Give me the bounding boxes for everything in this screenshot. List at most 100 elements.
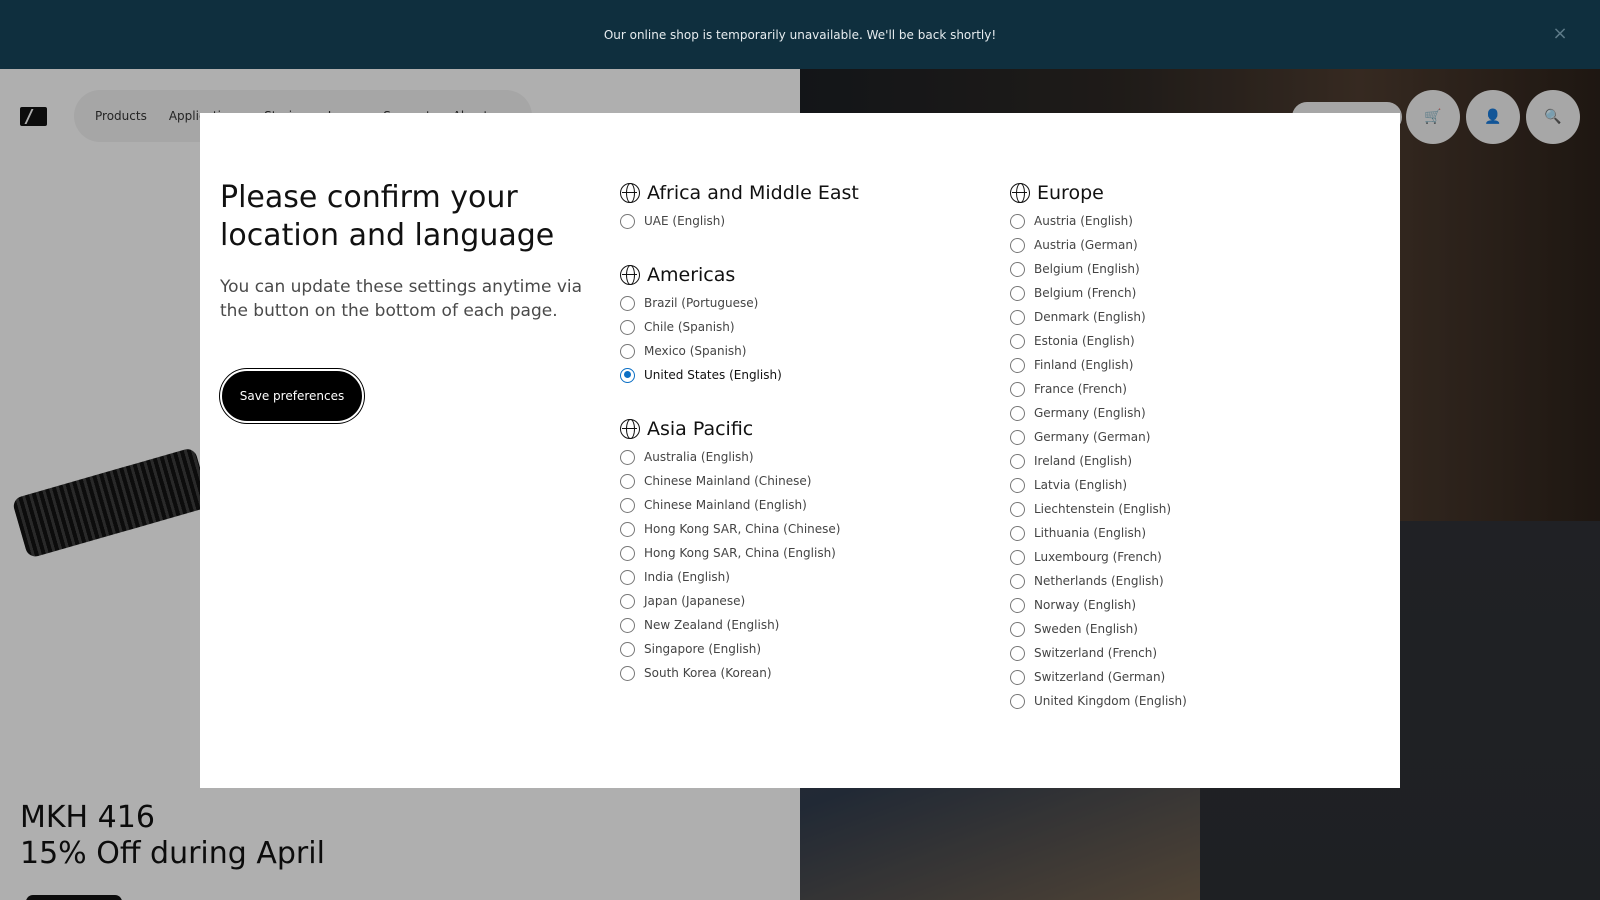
locale-option[interactable]: United States (English) (620, 363, 980, 387)
radio-button[interactable] (1010, 237, 1025, 253)
locale-option-label: Lithuania (English) (1034, 526, 1147, 540)
locale-option[interactable]: Belgium (French) (1010, 281, 1370, 305)
announcement-banner: Our online shop is temporarily unavailab… (0, 0, 1600, 69)
locale-option[interactable]: South Korea (Korean) (620, 661, 980, 685)
radio-button[interactable] (1010, 549, 1025, 565)
radio-button[interactable] (620, 521, 635, 537)
radio-button[interactable] (620, 569, 635, 585)
radio-button[interactable] (620, 295, 635, 311)
radio-button[interactable] (1010, 333, 1025, 349)
radio-button[interactable] (1010, 429, 1025, 445)
locale-option-label: South Korea (Korean) (644, 666, 772, 680)
radio-button[interactable] (620, 449, 635, 465)
globe-icon (1010, 183, 1030, 203)
modal-title: Please confirm your location and languag… (220, 180, 555, 253)
region-americas: Americas Brazil (Portuguese) Chile (Spanis… (620, 261, 980, 387)
radio-button[interactable] (620, 641, 635, 657)
banner-message: Our online shop is temporarily unavailab… (603, 27, 997, 42)
radio-button[interactable] (620, 665, 635, 681)
radio-button[interactable] (620, 497, 635, 513)
locale-option-label: Finland (English) (1034, 358, 1134, 372)
close-icon[interactable]: × (1550, 24, 1570, 44)
radio-button[interactable] (620, 367, 635, 383)
radio-button[interactable] (620, 617, 635, 633)
radio-button[interactable] (1010, 381, 1025, 397)
locale-option-label: Japan (Japanese) (644, 594, 746, 608)
region-europe: Europe Austria (English) Austria (German) B… (1010, 179, 1370, 713)
locale-option[interactable]: Norway (English) (1010, 593, 1370, 617)
locale-option-label: Hong Kong SAR, China (Chinese) (644, 522, 841, 536)
radio-button[interactable] (1010, 693, 1025, 709)
locale-option[interactable]: Liechtenstein (English) (1010, 497, 1370, 521)
radio-button[interactable] (1010, 501, 1025, 517)
radio-button[interactable] (1010, 597, 1025, 613)
locale-option-label: Hong Kong SAR, China (English) (644, 546, 836, 560)
locale-option[interactable]: Sweden (English) (1010, 617, 1370, 641)
locale-option-label: Germany (English) (1034, 406, 1146, 420)
radio-button[interactable] (1010, 621, 1025, 637)
locale-option[interactable]: Austria (German) (1010, 233, 1370, 257)
save-preferences-button[interactable]: Save preferences (220, 369, 364, 423)
locale-option-label: Luxembourg (French) (1034, 550, 1162, 564)
locale-option[interactable]: Denmark (English) (1010, 305, 1370, 329)
region-asia-pacific: Asia Pacific Australia (English) Chinese M… (620, 415, 980, 685)
locale-option[interactable]: Latvia (English) (1010, 473, 1370, 497)
radio-button[interactable] (620, 473, 635, 489)
locale-option[interactable]: Germany (English) (1010, 401, 1370, 425)
locale-option-label: Austria (German) (1034, 238, 1138, 252)
locale-option[interactable]: Chinese Mainland (English) (620, 493, 980, 517)
locale-option[interactable]: Luxembourg (French) (1010, 545, 1370, 569)
locale-option[interactable]: United Kingdom (English) (1010, 689, 1370, 713)
locale-option[interactable]: Australia (English) (620, 445, 980, 469)
locale-option[interactable]: Japan (Japanese) (620, 589, 980, 613)
locale-option[interactable]: India (English) (620, 565, 980, 589)
locale-option[interactable]: Chinese Mainland (Chinese) (620, 469, 980, 493)
radio-button[interactable] (1010, 525, 1025, 541)
locale-option[interactable]: Brazil (Portuguese) (620, 291, 980, 315)
locale-option-label: Belgium (English) (1034, 262, 1140, 276)
radio-button[interactable] (1010, 261, 1025, 277)
globe-icon (620, 265, 640, 285)
locale-option[interactable]: New Zealand (English) (620, 613, 980, 637)
locale-option[interactable]: Austria (English) (1010, 209, 1370, 233)
locale-option[interactable]: France (French) (1010, 377, 1370, 401)
locale-option[interactable]: Lithuania (English) (1010, 521, 1370, 545)
locale-option[interactable]: Hong Kong SAR, China (Chinese) (620, 517, 980, 541)
radio-button[interactable] (1010, 285, 1025, 301)
locale-option[interactable]: Switzerland (French) (1010, 641, 1370, 665)
radio-button[interactable] (1010, 645, 1025, 661)
region-heading: Africa and Middle East (620, 179, 980, 207)
radio-button[interactable] (1010, 453, 1025, 469)
radio-button[interactable] (620, 213, 635, 229)
radio-button[interactable] (1010, 477, 1025, 493)
radio-button[interactable] (1010, 357, 1025, 373)
region-heading: Europe (1010, 179, 1370, 207)
radio-button[interactable] (620, 593, 635, 609)
radio-button[interactable] (1010, 213, 1025, 229)
locale-option[interactable]: Singapore (English) (620, 637, 980, 661)
locale-option[interactable]: Switzerland (German) (1010, 665, 1370, 689)
radio-button[interactable] (1010, 405, 1025, 421)
locale-option-label: Switzerland (German) (1034, 670, 1166, 684)
radio-button[interactable] (1010, 669, 1025, 685)
locale-option-label: Denmark (English) (1034, 310, 1146, 324)
location-language-modal: Please confirm your location and languag… (200, 113, 1400, 788)
locale-option[interactable]: Belgium (English) (1010, 257, 1370, 281)
radio-button[interactable] (620, 319, 635, 335)
locale-option[interactable]: Hong Kong SAR, China (English) (620, 541, 980, 565)
locale-option-label: United States (English) (644, 368, 782, 382)
locale-option[interactable]: UAE (English) (620, 209, 980, 233)
locale-option[interactable]: Estonia (English) (1010, 329, 1370, 353)
locale-option[interactable]: Ireland (English) (1010, 449, 1370, 473)
locale-option-label: UAE (English) (644, 214, 726, 228)
locale-option[interactable]: Mexico (Spanish) (620, 339, 980, 363)
radio-button[interactable] (620, 343, 635, 359)
locale-option[interactable]: Finland (English) (1010, 353, 1370, 377)
locale-option-label: Singapore (English) (644, 642, 762, 656)
locale-option[interactable]: Netherlands (English) (1010, 569, 1370, 593)
radio-button[interactable] (1010, 573, 1025, 589)
locale-option[interactable]: Germany (German) (1010, 425, 1370, 449)
radio-button[interactable] (1010, 309, 1025, 325)
radio-button[interactable] (620, 545, 635, 561)
locale-option[interactable]: Chile (Spanish) (620, 315, 980, 339)
